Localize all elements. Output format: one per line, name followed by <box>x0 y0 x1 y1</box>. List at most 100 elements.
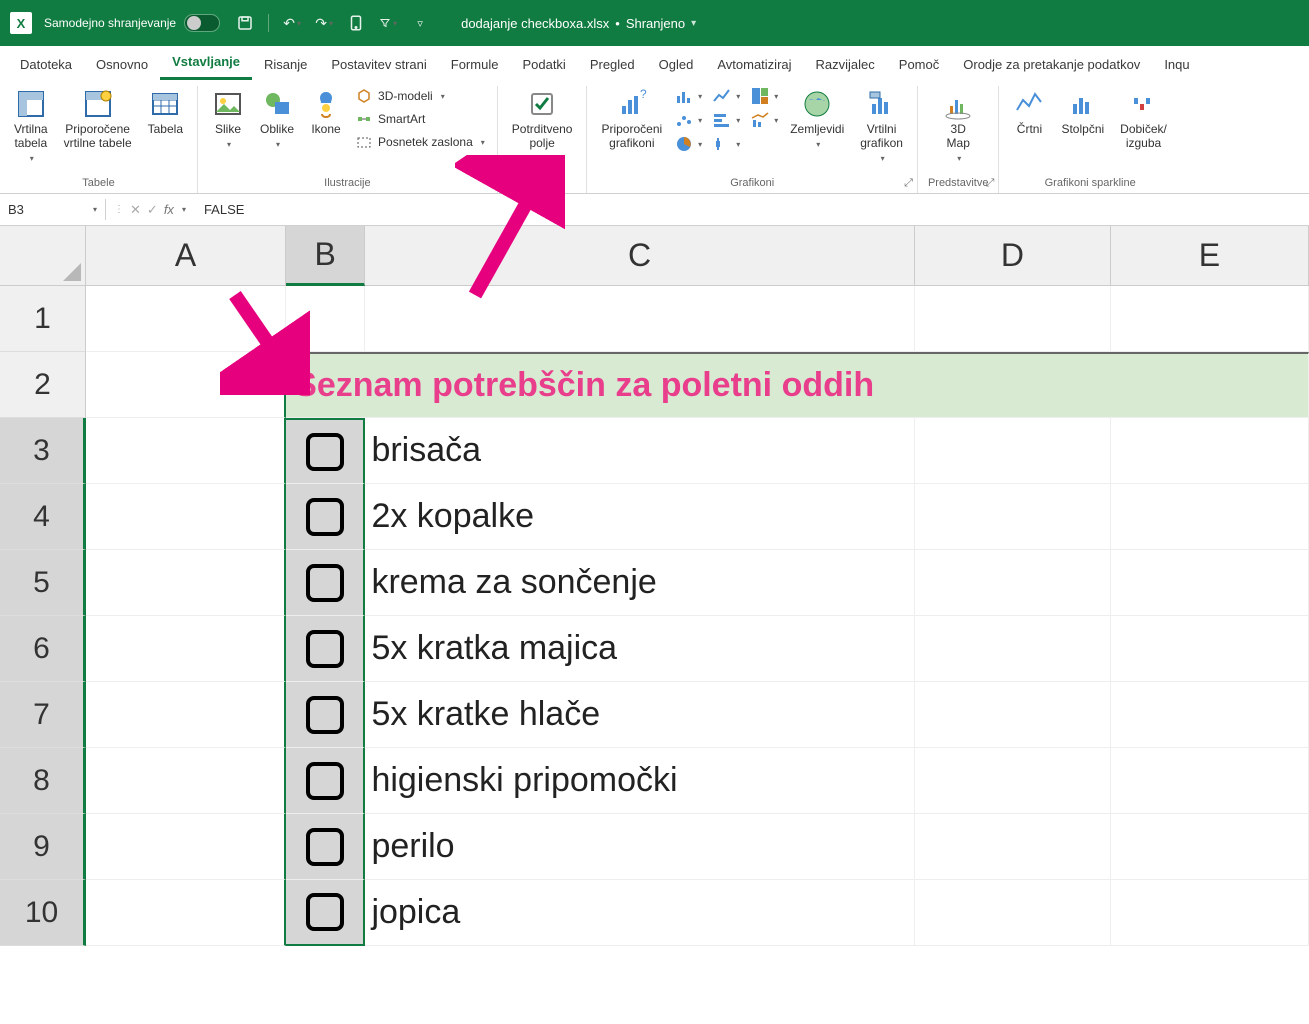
list-item[interactable]: 5x kratka majica <box>365 616 914 682</box>
cell[interactable] <box>915 616 1111 682</box>
checkbox-icon[interactable] <box>306 762 344 800</box>
checkbox-icon[interactable] <box>306 696 344 734</box>
checkbox-icon[interactable] <box>306 828 344 866</box>
checkbox-cell[interactable] <box>286 880 365 946</box>
checkbox-icon[interactable] <box>306 893 344 931</box>
recommended-charts-button[interactable]: ?Priporočeni grafikoni <box>597 86 666 153</box>
tab-vstavljanje[interactable]: Vstavljanje <box>160 48 252 80</box>
tab-inqu[interactable]: Inqu <box>1152 51 1201 80</box>
checkbox-button[interactable]: Potrditveno polje <box>508 86 577 153</box>
treemap-chart-button[interactable]: ▾ <box>750 86 778 106</box>
row-header[interactable]: 8 <box>0 748 86 814</box>
cell[interactable] <box>86 616 286 682</box>
row-header[interactable]: 5 <box>0 550 86 616</box>
row-header[interactable]: 9 <box>0 814 86 880</box>
row-header[interactable]: 4 <box>0 484 86 550</box>
table-button[interactable]: Tabela <box>144 86 187 139</box>
checkbox-cell[interactable] <box>286 616 365 682</box>
pivot-chart-button[interactable]: Vrtilni grafikon▾ <box>856 86 907 165</box>
list-item[interactable]: perilo <box>365 814 914 880</box>
tab-risanje[interactable]: Risanje <box>252 51 319 80</box>
dialog-launcher-icon[interactable]: ⤢ <box>904 177 913 190</box>
list-item[interactable]: 5x kratke hlače <box>365 682 914 748</box>
list-item[interactable]: jopica <box>365 880 914 946</box>
screenshot-button[interactable]: Posnetek zaslona▾ <box>354 132 487 152</box>
formula-value[interactable]: FALSE <box>194 202 254 217</box>
scatter-chart-button[interactable]: ▾ <box>674 110 702 130</box>
cell[interactable] <box>1111 418 1309 484</box>
stats-chart-button[interactable]: ▾ <box>712 134 740 154</box>
redo-icon[interactable]: ↷▾ <box>315 14 333 32</box>
enter-icon[interactable]: ✓ <box>147 202 158 218</box>
column-header[interactable]: D <box>915 226 1111 286</box>
checkbox-cell[interactable] <box>286 748 365 814</box>
toggle-switch[interactable] <box>184 14 220 32</box>
checkbox-cell[interactable] <box>286 418 365 484</box>
column-header[interactable]: B <box>286 226 365 286</box>
column-chart-button[interactable]: ▾ <box>674 86 702 106</box>
recommended-pivot-button[interactable]: Priporočene vrtilne tabele <box>60 86 136 153</box>
filename[interactable]: dodajanje checkboxa.xlsx • Shranjeno ▾ <box>461 16 696 31</box>
cell[interactable] <box>86 484 286 550</box>
checkbox-cell[interactable] <box>286 814 365 880</box>
tab-podatki[interactable]: Podatki <box>510 51 577 80</box>
list-item[interactable]: brisača <box>365 418 914 484</box>
cell[interactable] <box>915 748 1111 814</box>
cell[interactable] <box>1111 682 1309 748</box>
sparkline-line-button[interactable]: Črtni <box>1009 86 1049 139</box>
overflow-icon[interactable]: ▿ <box>411 14 429 32</box>
checkbox-icon[interactable] <box>306 564 344 602</box>
row-header[interactable]: 7 <box>0 682 86 748</box>
list-item[interactable]: 2x kopalke <box>365 484 914 550</box>
tab-orodje-za-pretakanje-podatkov[interactable]: Orodje za pretakanje podatkov <box>951 51 1152 80</box>
cell[interactable] <box>86 418 286 484</box>
tab-pregled[interactable]: Pregled <box>578 51 647 80</box>
cell[interactable] <box>86 748 286 814</box>
tab-avtomatiziraj[interactable]: Avtomatiziraj <box>705 51 803 80</box>
shapes-button[interactable]: Oblike▾ <box>256 86 298 151</box>
3d-models-button[interactable]: 3D-modeli▾ <box>354 86 487 106</box>
tab-pomoč[interactable]: Pomoč <box>887 51 951 80</box>
autosave-toggle[interactable]: Samodejno shranjevanje <box>44 14 220 32</box>
cell[interactable] <box>1111 550 1309 616</box>
cell[interactable] <box>86 880 286 946</box>
cell[interactable] <box>1111 880 1309 946</box>
save-icon[interactable] <box>236 14 254 32</box>
pivot-table-button[interactable]: Vrtilna tabela▾ <box>10 86 52 165</box>
cell[interactable] <box>1111 814 1309 880</box>
checkbox-icon[interactable] <box>306 433 344 471</box>
cell[interactable] <box>86 550 286 616</box>
checkbox-icon[interactable] <box>306 630 344 668</box>
fx-icon[interactable]: fx <box>164 202 174 217</box>
cell[interactable] <box>915 286 1111 352</box>
icons-button[interactable]: Ikone <box>306 86 346 139</box>
list-item[interactable]: higienski pripomočki <box>365 748 914 814</box>
tab-osnovno[interactable]: Osnovno <box>84 51 160 80</box>
bar-chart-button[interactable]: ▾ <box>712 110 740 130</box>
filter-icon[interactable]: ▾ <box>379 14 397 32</box>
cell[interactable] <box>1111 616 1309 682</box>
pictures-button[interactable]: Slike▾ <box>208 86 248 151</box>
column-header[interactable]: A <box>86 226 286 286</box>
cancel-icon[interactable]: ✕ <box>130 202 141 218</box>
checkbox-cell[interactable] <box>286 484 365 550</box>
touch-icon[interactable] <box>347 14 365 32</box>
row-header[interactable]: 10 <box>0 880 86 946</box>
maps-button[interactable]: Zemljevidi▾ <box>786 86 848 151</box>
3d-map-button[interactable]: 3D Map▾ <box>938 86 978 165</box>
tab-datoteka[interactable]: Datoteka <box>8 51 84 80</box>
cell[interactable] <box>1111 748 1309 814</box>
cell[interactable] <box>86 682 286 748</box>
cell[interactable] <box>915 880 1111 946</box>
tab-formule[interactable]: Formule <box>439 51 511 80</box>
cell[interactable] <box>365 286 914 352</box>
sparkline-column-button[interactable]: Stolpčni <box>1057 86 1108 139</box>
combo-chart-button[interactable]: ▾ <box>750 110 778 130</box>
row-header[interactable]: 6 <box>0 616 86 682</box>
row-header[interactable]: 3 <box>0 418 86 484</box>
undo-icon[interactable]: ↶▾ <box>283 14 301 32</box>
cell[interactable] <box>1111 286 1309 352</box>
tab-postavitev-strani[interactable]: Postavitev strani <box>319 51 438 80</box>
dialog-launcher-icon[interactable]: ⤢ <box>986 177 995 190</box>
pie-chart-button[interactable]: ▾ <box>674 134 702 154</box>
